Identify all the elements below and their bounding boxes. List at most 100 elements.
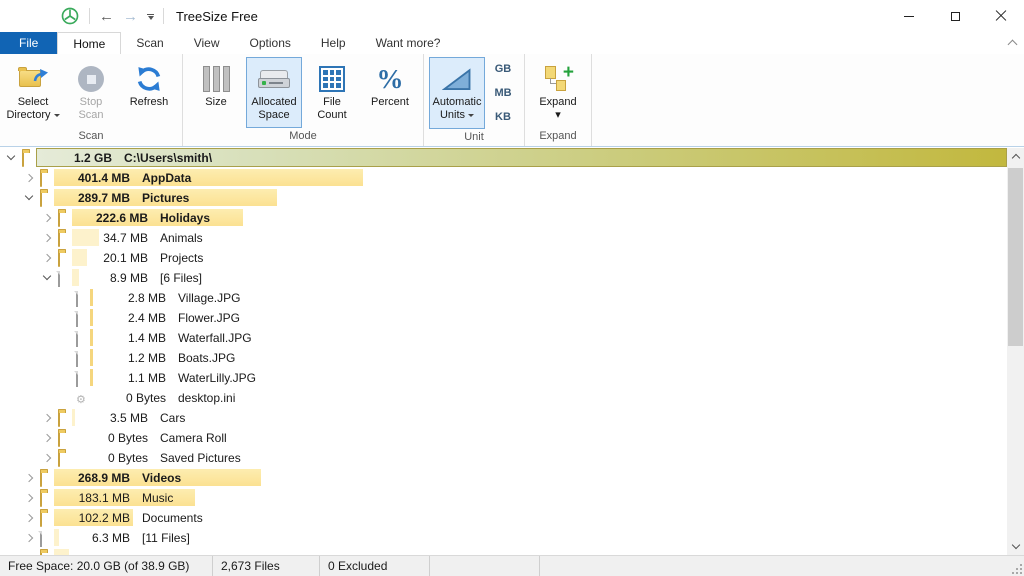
- item-name: Camera Roll: [160, 428, 227, 448]
- forward-arrow-icon[interactable]: →: [123, 9, 138, 24]
- item-name: Saved Pictures: [160, 448, 241, 468]
- tree-row-pictures[interactable]: 289.7 MB Pictures: [0, 188, 1007, 208]
- item-size: 1.2 GB: [0, 148, 112, 168]
- ribbon: Select Directory Stop Scan Refresh Scan …: [0, 54, 1024, 147]
- tree-row-flower-jpg[interactable]: 2.4 MB Flower.JPG: [0, 308, 1007, 328]
- close-icon: [995, 10, 1007, 22]
- status-section-3: [430, 556, 540, 576]
- customize-toolbar-dropdown-icon[interactable]: [147, 12, 154, 20]
- item-size: 6.3 MB: [0, 528, 130, 548]
- minimize-button[interactable]: [886, 0, 932, 32]
- kb-unit-button[interactable]: KB: [488, 105, 518, 129]
- ribbon-group-label: Expand: [529, 129, 587, 146]
- tab-scan[interactable]: Scan: [121, 32, 178, 54]
- refresh-icon: [134, 64, 164, 94]
- size-bars-icon: [203, 66, 230, 92]
- tree-row-projects[interactable]: 20.1 MBProjects: [0, 248, 1007, 268]
- status-section-1: 2,673 Files: [213, 556, 320, 576]
- tree-row-holidays[interactable]: 222.6 MB Holidays: [0, 208, 1007, 228]
- tree-row-6-files[interactable]: 8.9 MB[6 Files]: [0, 268, 1007, 288]
- app-logo-icon: [60, 6, 80, 26]
- close-button[interactable]: [978, 0, 1024, 32]
- item-size: 0 Bytes: [0, 388, 166, 408]
- tree-row-cars[interactable]: 3.5 MBCars: [0, 408, 1007, 428]
- tab-view[interactable]: View: [179, 32, 235, 54]
- title-bar: ← → TreeSize Free: [0, 0, 1024, 32]
- select-directory-button[interactable]: Select Directory: [5, 57, 61, 128]
- item-size: 289.7 MB: [0, 188, 130, 208]
- tree-row-boats-jpg[interactable]: 1.2 MBBoats.JPG: [0, 348, 1007, 368]
- ribbon-group-scan: Select Directory Stop Scan Refresh Scan: [0, 54, 183, 146]
- status-section-2: 0 Excluded: [320, 556, 430, 576]
- tree-row-animals[interactable]: 34.7 MBAnimals: [0, 228, 1007, 248]
- scrollbar-thumb[interactable]: [1008, 168, 1023, 346]
- tree-row-camera-roll[interactable]: 0 BytesCamera Roll: [0, 428, 1007, 448]
- item-size: 102.2 MB: [0, 508, 130, 528]
- item-name: AppData: [142, 168, 191, 188]
- folder-icon: [40, 552, 42, 555]
- scroll-down-arrow-icon[interactable]: [1007, 538, 1024, 555]
- vertical-scrollbar[interactable]: [1007, 148, 1024, 555]
- mb-unit-button[interactable]: MB: [488, 81, 518, 105]
- resize-grip[interactable]: [1012, 564, 1022, 574]
- hard-drive-icon: [258, 70, 290, 88]
- size-button[interactable]: Size: [188, 57, 244, 128]
- tree-row-videos[interactable]: 268.9 MBVideos: [0, 468, 1007, 488]
- item-size: 0 Bytes: [0, 448, 148, 468]
- status-bar: Free Space: 20.0 GB (of 38.9 GB)2,673 Fi…: [0, 555, 1024, 576]
- gb-unit-button[interactable]: GB: [488, 57, 518, 81]
- tree-row-music[interactable]: 183.1 MBMusic: [0, 488, 1007, 508]
- tree-row-waterfall-jpg[interactable]: 1.4 MBWaterfall.JPG: [0, 328, 1007, 348]
- dropdown-arrow-icon: [468, 114, 474, 117]
- toolbar-divider: [89, 8, 90, 24]
- tree-row[interactable]: [0, 548, 1007, 555]
- item-size: 2.8 MB: [0, 288, 166, 308]
- tree-row-appdata[interactable]: 401.4 MB AppData: [0, 168, 1007, 188]
- tree-row-c-users-smith[interactable]: 1.2 GBC:\Users\smith\: [0, 148, 1007, 168]
- tree-row-saved-pictures[interactable]: 0 Bytes Saved Pictures: [0, 448, 1007, 468]
- tree-row-desktop-ini[interactable]: ⚙0 Bytesdesktop.ini: [0, 388, 1007, 408]
- back-arrow-icon[interactable]: ←: [99, 9, 114, 24]
- tab-file[interactable]: File: [0, 32, 57, 54]
- allocated-space-button[interactable]: Allocated Space: [246, 57, 302, 128]
- ribbon-group-label: Scan: [4, 129, 178, 146]
- tab-want-more[interactable]: Want more?: [361, 32, 456, 54]
- item-name: Boats.JPG: [178, 348, 235, 368]
- ribbon-group-mode: Size Allocated Space File Count% Percent…: [183, 54, 424, 146]
- tree-row-waterlilly-jpg[interactable]: 1.1 MB WaterLilly.JPG: [0, 368, 1007, 388]
- stop-scan-button[interactable]: Stop Scan: [63, 57, 119, 128]
- item-name: WaterLilly.JPG: [178, 368, 256, 388]
- percent-icon: %: [377, 64, 404, 95]
- item-size: 1.1 MB: [0, 368, 166, 388]
- automatic-units-button[interactable]: Automatic Units: [429, 57, 485, 129]
- item-name: Holidays: [160, 208, 210, 228]
- item-size: 2.4 MB: [0, 308, 166, 328]
- maximize-button[interactable]: [932, 0, 978, 32]
- ribbon-tab-bar: FileHomeScanViewOptionsHelpWant more?: [0, 32, 1024, 54]
- collapse-ribbon-icon[interactable]: [1008, 39, 1016, 47]
- tree-row-documents[interactable]: 102.2 MBDocuments: [0, 508, 1007, 528]
- percent-button[interactable]: % Percent: [362, 57, 418, 128]
- scroll-up-arrow-icon[interactable]: [1007, 148, 1024, 165]
- folder-arrow-icon: [18, 65, 48, 93]
- maximize-icon: [951, 12, 960, 21]
- item-size: 222.6 MB: [0, 208, 148, 228]
- tab-help[interactable]: Help: [306, 32, 361, 54]
- item-name: Pictures: [142, 188, 189, 208]
- dropdown-arrow-icon: [54, 114, 60, 117]
- ribbon-group-label: Unit: [428, 130, 520, 146]
- expand-button[interactable]: + Expand ▾: [530, 57, 586, 128]
- item-name: Flower.JPG: [178, 308, 240, 328]
- ribbon-group-label: Mode: [187, 129, 419, 146]
- refresh-button[interactable]: Refresh: [121, 57, 177, 128]
- file-count-button[interactable]: File Count: [304, 57, 360, 128]
- tree-row-village-jpg[interactable]: 2.8 MBVillage.JPG: [0, 288, 1007, 308]
- item-name: [6 Files]: [160, 268, 202, 288]
- item-name: desktop.ini: [178, 388, 235, 408]
- item-name: Animals: [160, 228, 203, 248]
- tree-row-11-files[interactable]: 6.3 MB[11 Files]: [0, 528, 1007, 548]
- item-name: Waterfall.JPG: [178, 328, 252, 348]
- item-size: 401.4 MB: [0, 168, 130, 188]
- tab-home[interactable]: Home: [57, 32, 121, 54]
- tab-options[interactable]: Options: [235, 32, 306, 54]
